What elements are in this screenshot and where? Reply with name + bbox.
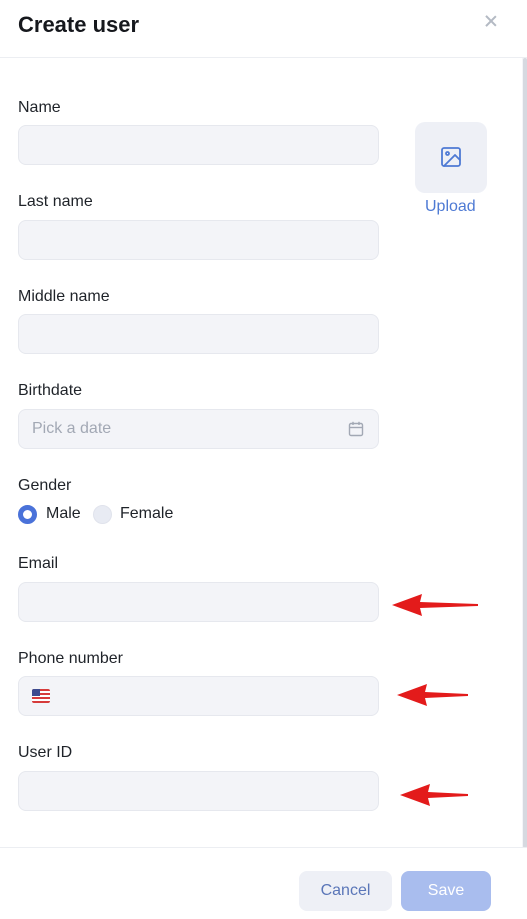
save-button[interactable]: Save: [401, 871, 491, 911]
last-name-label: Last name: [18, 193, 93, 210]
dialog-header: Create user: [0, 0, 527, 58]
name-field[interactable]: [18, 125, 379, 165]
close-icon[interactable]: [484, 14, 498, 28]
scrollbar-thumb[interactable]: [523, 58, 527, 848]
image-icon: [441, 147, 461, 167]
scrollbar[interactable]: [522, 58, 527, 848]
last-name-field[interactable]: [18, 220, 379, 260]
annotation-arrow-icon: [392, 594, 478, 616]
gender-female-label[interactable]: Female: [120, 505, 173, 523]
us-flag-icon[interactable]: [32, 689, 50, 703]
user-id-field[interactable]: [18, 771, 379, 811]
cancel-button[interactable]: Cancel: [299, 871, 392, 911]
email-field[interactable]: [18, 582, 379, 622]
user-id-label: User ID: [18, 744, 73, 761]
email-label: Email: [18, 555, 59, 572]
upload-link[interactable]: Upload: [425, 198, 476, 216]
name-label: Name: [18, 99, 61, 116]
birthdate-picker[interactable]: Pick a date: [18, 409, 379, 449]
gender-female-radio[interactable]: [93, 505, 112, 524]
birthdate-label: Birthdate: [18, 382, 83, 399]
calendar-icon[interactable]: [348, 421, 364, 437]
birthdate-placeholder: Pick a date: [32, 420, 112, 437]
gender-male-radio[interactable]: [18, 505, 37, 524]
avatar-upload-button[interactable]: [415, 122, 487, 193]
dialog-footer: Cancel Save: [0, 847, 527, 919]
dialog-title: Create user: [18, 12, 140, 37]
phone-label: Phone number: [18, 650, 123, 667]
phone-field[interactable]: [18, 676, 379, 716]
middle-name-field[interactable]: [18, 314, 379, 354]
middle-name-label: Middle name: [18, 288, 110, 305]
gender-label: Gender: [18, 477, 72, 494]
gender-male-label[interactable]: Male: [46, 505, 81, 523]
annotation-arrow-icon: [397, 684, 468, 706]
annotation-arrow-icon: [400, 784, 468, 806]
